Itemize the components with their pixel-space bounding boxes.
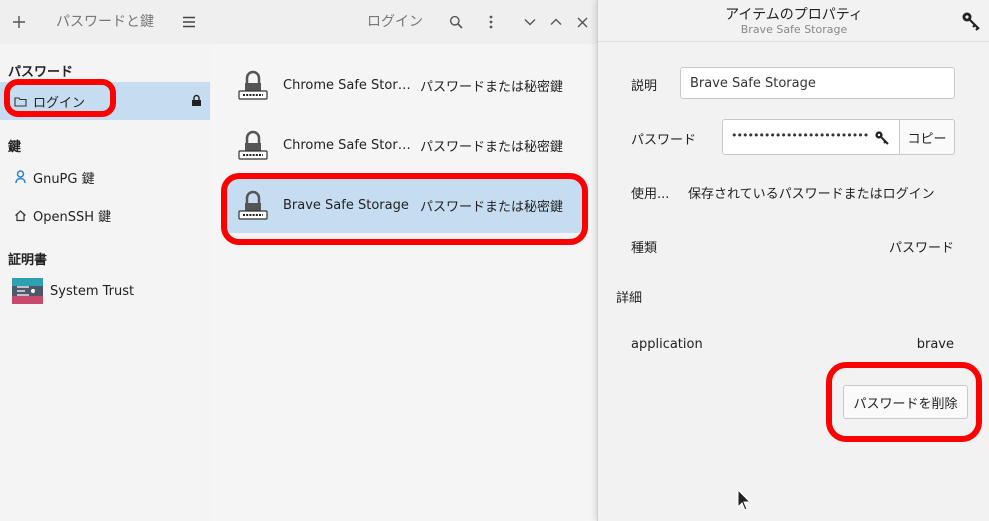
item-list: Chrome Safe Storage パスワードまたは秘密鍵 Chrome S… bbox=[211, 44, 600, 521]
add-button[interactable] bbox=[6, 0, 32, 44]
chevron-up-icon bbox=[550, 18, 562, 25]
sidebar-item-label: OpenSSH 鍵 bbox=[33, 209, 112, 225]
attribute-key: application bbox=[631, 337, 703, 352]
item-name: Chrome Safe Storag... bbox=[283, 137, 413, 153]
usage-value: 保存されているパスワードまたはログイン bbox=[688, 187, 935, 202]
mouse-cursor-icon bbox=[737, 489, 751, 511]
passwords-section-header: パスワード bbox=[8, 65, 74, 80]
item-type: パスワードまたは秘密鍵 bbox=[420, 139, 564, 155]
more-options-button[interactable] bbox=[480, 0, 502, 44]
system-trust-icon bbox=[12, 278, 43, 304]
key-close-icon bbox=[962, 12, 980, 31]
sidebar-item-label: GnuPG 鍵 bbox=[33, 171, 95, 187]
item-name: Chrome Safe Storage bbox=[283, 77, 413, 93]
properties-panel: アイテムのプロパティ Brave Safe Storage 説明 Brave S… bbox=[597, 0, 989, 521]
key-reveal-icon[interactable] bbox=[874, 130, 890, 146]
attribute-value: brave bbox=[916, 337, 954, 352]
panel-subtitle: Brave Safe Storage bbox=[740, 23, 848, 36]
search-icon bbox=[449, 15, 463, 29]
hamburger-menu-icon bbox=[183, 16, 195, 28]
item-name: Brave Safe Storage bbox=[283, 197, 409, 213]
sidebar-item-system-trust[interactable]: System Trust bbox=[0, 272, 210, 310]
sidebar-item-label: System Trust bbox=[50, 283, 135, 299]
list-item[interactable]: Chrome Safe Storage パスワードまたは秘密鍵 bbox=[225, 57, 584, 113]
description-field[interactable]: Brave Safe Storage bbox=[680, 67, 955, 99]
certificates-section-header: 証明書 bbox=[8, 253, 48, 268]
previous-button[interactable] bbox=[546, 0, 566, 44]
details-header: 詳細 bbox=[616, 291, 643, 306]
password-lock-icon bbox=[238, 130, 268, 160]
sidebar-item-login[interactable]: ログイン bbox=[0, 82, 210, 120]
description-label: 説明 bbox=[631, 79, 658, 94]
password-label: パスワード bbox=[631, 133, 697, 148]
folder-icon bbox=[13, 94, 27, 108]
app-title: パスワードと鍵 bbox=[56, 14, 154, 30]
main-menu-button[interactable] bbox=[176, 0, 202, 44]
keys-section-header: 鍵 bbox=[8, 140, 22, 155]
next-button[interactable] bbox=[520, 0, 540, 44]
password-lock-icon bbox=[238, 190, 268, 220]
home-icon bbox=[13, 208, 27, 222]
kind-value: パスワード bbox=[888, 241, 954, 256]
password-lock-icon bbox=[238, 70, 268, 100]
sidebar: パスワード ログイン 鍵 GnuPG 鍵 OpenSSH 鍵 証明書 Syste… bbox=[0, 44, 211, 521]
gnupg-key-icon bbox=[13, 170, 27, 184]
vertical-dots-icon bbox=[489, 15, 493, 29]
kind-label: 種類 bbox=[631, 241, 658, 256]
lock-icon bbox=[191, 94, 202, 111]
password-field[interactable]: ••••••••••••••••••••••••• bbox=[722, 119, 900, 155]
close-icon bbox=[577, 17, 587, 27]
description-value: Brave Safe Storage bbox=[690, 76, 816, 91]
delete-password-button[interactable]: パスワードを削除 bbox=[843, 385, 968, 419]
item-type: パスワードまたは秘密鍵 bbox=[420, 79, 564, 95]
section-title: ログイン bbox=[367, 14, 423, 30]
list-item-selected[interactable]: Brave Safe Storage パスワードまたは秘密鍵 bbox=[225, 177, 584, 233]
sidebar-item-gnupg[interactable]: GnuPG 鍵 bbox=[0, 158, 210, 196]
header-bar: パスワードと鍵 ログイン bbox=[0, 0, 600, 44]
panel-title: アイテムのプロパティ bbox=[725, 7, 863, 23]
list-item[interactable]: Chrome Safe Storag... パスワードまたは秘密鍵 bbox=[225, 117, 584, 173]
sidebar-item-openssh[interactable]: OpenSSH 鍵 bbox=[0, 196, 210, 234]
search-button[interactable] bbox=[443, 0, 469, 44]
password-value: ••••••••••••••••••••••••• bbox=[731, 129, 869, 142]
sidebar-item-label: ログイン bbox=[33, 95, 86, 111]
close-search-button[interactable] bbox=[572, 0, 592, 44]
copy-button[interactable]: コピー bbox=[899, 119, 955, 155]
plus-icon bbox=[13, 16, 25, 28]
chevron-down-icon bbox=[524, 19, 536, 26]
item-type: パスワードまたは秘密鍵 bbox=[420, 199, 564, 215]
panel-divider bbox=[598, 41, 989, 42]
usage-label: 使用... bbox=[631, 187, 670, 202]
close-panel-button[interactable] bbox=[960, 10, 982, 32]
